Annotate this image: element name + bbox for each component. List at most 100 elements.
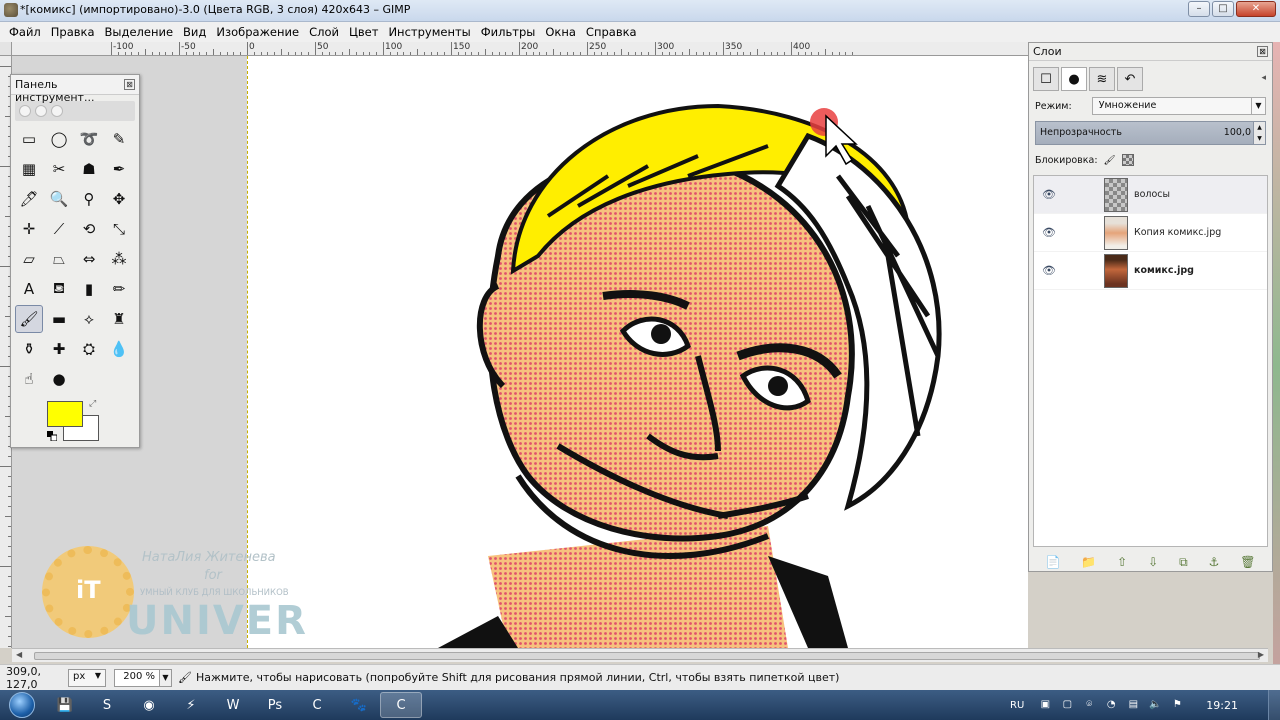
color-picker-icon[interactable]: 🖊	[15, 185, 43, 213]
horizontal-ruler[interactable]: -100 -50 0 50 100 150 200 250 300 350 400	[12, 42, 1028, 56]
measure-icon[interactable]: ⚲	[75, 185, 103, 213]
flag-icon[interactable]: ⚑	[1170, 698, 1184, 712]
layer-row-hair[interactable]: 👁 волосы	[1034, 176, 1267, 214]
new-layer-icon[interactable]: 📄	[1045, 555, 1060, 570]
duplicate-layer-icon[interactable]: ⧉	[1179, 555, 1188, 570]
pencil-icon[interactable]: ✏	[105, 275, 133, 303]
rotate-icon[interactable]: ⟲	[75, 215, 103, 243]
taskbar-camtasia[interactable]: C	[296, 692, 338, 718]
blur-icon[interactable]: 💧	[105, 335, 133, 363]
heal-icon[interactable]: ✚	[45, 335, 73, 363]
volume-icon[interactable]: 🔈	[1148, 698, 1162, 712]
layer-name[interactable]: волосы	[1134, 189, 1170, 200]
layer-row-copy[interactable]: 👁 Копия комикс.jpg	[1034, 214, 1267, 252]
show-desktop-button[interactable]	[1268, 690, 1280, 720]
menu-view[interactable]: Вид	[178, 25, 211, 39]
opacity-spin-icon[interactable]: ▲ ▼	[1253, 122, 1265, 144]
taskbar-app-4[interactable]: ⚡	[170, 692, 212, 718]
scroll-right-icon[interactable]: ▶	[1258, 650, 1264, 659]
scroll-left-icon[interactable]: ◀	[16, 650, 22, 659]
image-canvas[interactable]	[247, 56, 1028, 648]
taskbar-app-1[interactable]: 💾	[44, 692, 86, 718]
maximize-button[interactable]: □	[1212, 1, 1234, 17]
tray-icon-3[interactable]: ⌾	[1082, 698, 1096, 712]
tab-channels[interactable]: ●	[1061, 67, 1087, 91]
foreground-color-swatch[interactable]	[47, 401, 83, 427]
opacity-slider[interactable]: Непрозрачность 100,0 ▲ ▼	[1035, 121, 1266, 145]
toolbox-header[interactable]: Панель инструмент... ⊠	[11, 75, 139, 104]
foreground-select-icon[interactable]: ☗	[75, 155, 103, 183]
scissors-icon[interactable]: ✂	[45, 155, 73, 183]
perspective-icon[interactable]: ⏢	[45, 245, 73, 273]
fuzzy-select-icon[interactable]: ✎	[105, 125, 133, 153]
clone-icon[interactable]: ⚱	[15, 335, 43, 363]
airbrush-icon[interactable]: ⟡	[75, 305, 103, 333]
menu-tools[interactable]: Инструменты	[383, 25, 475, 39]
menu-file[interactable]: Файл	[4, 25, 46, 39]
menu-image[interactable]: Изображение	[211, 25, 304, 39]
toolbox-close-button[interactable]: ⊠	[124, 79, 135, 90]
paintbrush-icon[interactable]: 🖌	[15, 305, 43, 333]
taskbar-word[interactable]: W	[212, 692, 254, 718]
taskbar-gimp[interactable]: 🐾	[338, 692, 380, 718]
layers-close-button[interactable]: ⊠	[1257, 46, 1268, 57]
menu-help[interactable]: Справка	[581, 25, 642, 39]
tray-icon-4[interactable]: ◔	[1104, 698, 1118, 712]
scale-icon[interactable]: ⤡	[105, 215, 133, 243]
lower-layer-icon[interactable]: ⇩	[1148, 555, 1158, 570]
cage-icon[interactable]: ⁂	[105, 245, 133, 273]
shear-icon[interactable]: ▱	[15, 245, 43, 273]
horizontal-scrollbar[interactable]: ◀ ▶	[12, 648, 1268, 662]
menu-edit[interactable]: Правка	[46, 25, 100, 39]
new-layer-group-icon[interactable]: 📁	[1081, 555, 1096, 570]
perspective-clone-icon[interactable]: ⛭	[75, 335, 103, 363]
tab-undo-history[interactable]: ↶	[1117, 67, 1143, 91]
tab-paths[interactable]: ≋	[1089, 67, 1115, 91]
lasso-icon[interactable]: ➰	[75, 125, 103, 153]
taskbar-chrome[interactable]: ◉	[128, 692, 170, 718]
move-icon[interactable]: ✥	[105, 185, 133, 213]
flip-icon[interactable]: ⇔	[75, 245, 103, 273]
smudge-icon[interactable]: ☝	[15, 365, 43, 393]
tray-icon-2[interactable]: ▢	[1060, 698, 1074, 712]
menu-layer[interactable]: Слой	[304, 25, 344, 39]
eraser-icon[interactable]: ▬	[45, 305, 73, 333]
wilber-drop-area[interactable]	[15, 101, 135, 121]
rect-select-icon[interactable]: ▭	[15, 125, 43, 153]
tab-layers[interactable]: ☐	[1033, 67, 1059, 91]
zoom-icon[interactable]: 🔍	[45, 185, 73, 213]
language-indicator[interactable]: RU	[1010, 700, 1024, 711]
paths-icon[interactable]: ✒	[105, 155, 133, 183]
menu-select[interactable]: Выделение	[100, 25, 179, 39]
menu-filters[interactable]: Фильтры	[476, 25, 541, 39]
layer-row-original[interactable]: 👁 комикс.jpg	[1034, 252, 1267, 290]
lock-pixels-icon[interactable]: 🖌	[1104, 155, 1116, 166]
close-button[interactable]: ✕	[1236, 1, 1276, 17]
text-icon[interactable]: A	[15, 275, 43, 303]
blend-icon[interactable]: ▮	[75, 275, 103, 303]
taskbar-photoshop[interactable]: Ps	[254, 692, 296, 718]
dock-menu-icon[interactable]: ◂	[1261, 73, 1266, 83]
layer-name[interactable]: Копия комикс.jpg	[1134, 227, 1221, 238]
start-button[interactable]	[0, 690, 44, 720]
anchor-layer-icon[interactable]: ⚓	[1209, 555, 1220, 570]
ruler-corner[interactable]	[0, 42, 12, 56]
crop-icon[interactable]: ⟋	[45, 215, 73, 243]
menu-colors[interactable]: Цвет	[344, 25, 383, 39]
mode-select[interactable]: Умножение ▼	[1091, 97, 1266, 115]
raise-layer-icon[interactable]: ⇧	[1117, 555, 1127, 570]
delete-layer-icon[interactable]: 🗑	[1240, 555, 1255, 570]
minimize-button[interactable]: –	[1188, 1, 1210, 17]
lock-alpha-icon[interactable]	[1121, 154, 1134, 166]
dodge-burn-icon[interactable]: ●	[45, 365, 73, 393]
color-select-icon[interactable]: ▦	[15, 155, 43, 183]
ellipse-select-icon[interactable]: ◯	[45, 125, 73, 153]
swap-colors-icon[interactable]: ⤢	[89, 399, 96, 409]
align-icon[interactable]: ✛	[15, 215, 43, 243]
tray-icon-1[interactable]: ▣	[1038, 698, 1052, 712]
default-colors-icon[interactable]	[47, 431, 57, 441]
network-icon[interactable]: ▤	[1126, 698, 1140, 712]
ink-icon[interactable]: ♜	[105, 305, 133, 333]
unit-select[interactable]: px ▼	[68, 668, 106, 687]
canvas-area[interactable]	[12, 56, 1028, 648]
